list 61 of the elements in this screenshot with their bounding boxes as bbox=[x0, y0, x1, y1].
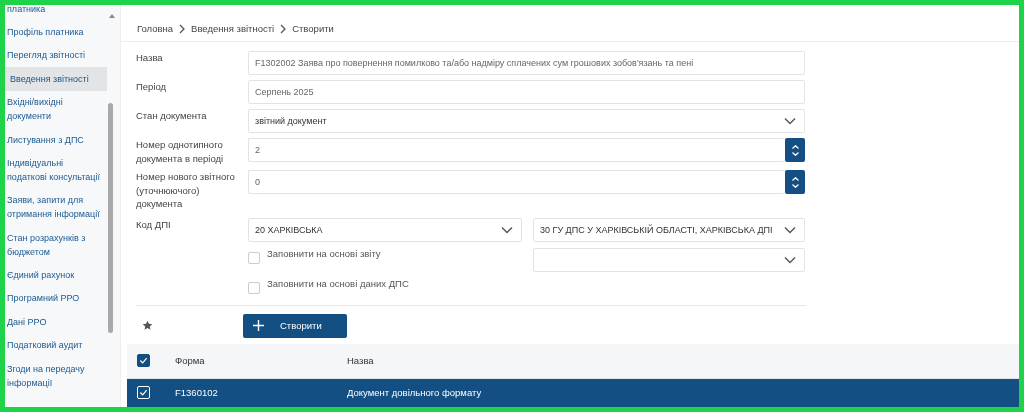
text-field[interactable]: F1302002 Заява про повернення помилково та/або надміру сплачених сум грошових зобов'язань та пені bbox=[248, 51, 805, 75]
breadcrumb-link[interactable]: Головна bbox=[137, 23, 174, 34]
chevron-up-icon bbox=[791, 144, 799, 149]
chevron-right-icon bbox=[280, 23, 287, 34]
chevron-down-icon bbox=[791, 151, 799, 156]
spinner-button[interactable] bbox=[785, 170, 805, 194]
table-row[interactable]: F1360102 Документ довільного формату bbox=[127, 378, 1019, 407]
scrollbar-thumb[interactable] bbox=[108, 103, 113, 333]
field-label: Номер однотипного документа в періоді bbox=[136, 138, 225, 165]
field-label: Стан документа bbox=[136, 109, 208, 123]
row-checkbox[interactable] bbox=[137, 386, 150, 399]
field-label: Код ДПІ bbox=[136, 217, 172, 232]
create-button[interactable]: Створити bbox=[243, 313, 347, 338]
chevron-down-icon bbox=[784, 255, 796, 264]
table-cell-text: Документ довільного формату bbox=[347, 387, 483, 398]
sidebar-item[interactable]: Єдиний рахунок bbox=[5, 263, 107, 287]
field-label: Назва bbox=[136, 51, 164, 65]
sidebar-item[interactable]: Профіль платника bbox=[5, 20, 107, 44]
number-field[interactable]: 0 bbox=[248, 170, 785, 194]
breadcrumb-current: Створити bbox=[292, 23, 334, 34]
checkbox[interactable] bbox=[248, 251, 260, 264]
field-label: Період bbox=[136, 80, 168, 94]
chevron-up-icon bbox=[791, 176, 799, 181]
sidebar-item[interactable]: платника bbox=[5, 5, 107, 21]
text-field[interactable]: Серпень 2025 bbox=[248, 80, 805, 104]
sidebar-item[interactable]: Введення звітності bbox=[5, 67, 107, 91]
column-header[interactable]: Форма bbox=[175, 355, 347, 366]
breadcrumb-link[interactable]: Введення звітності bbox=[191, 23, 275, 34]
checkbox[interactable] bbox=[248, 281, 260, 294]
chevron-down-icon bbox=[791, 183, 799, 188]
star-icon bbox=[142, 320, 153, 331]
chevron-down-icon bbox=[784, 225, 796, 234]
sidebar-item[interactable]: Листування з ДПС bbox=[5, 127, 107, 152]
select-field[interactable]: 30 ГУ ДПС У ХАРКІВСЬКІЙ ОБЛАСТІ, ХАРКІВСЬКА ДПІ bbox=[533, 217, 805, 242]
chevron-down-icon bbox=[784, 117, 796, 125]
check-icon bbox=[138, 387, 149, 398]
sidebar-item[interactable]: Податковий аудит bbox=[5, 333, 107, 357]
number-field[interactable]: 2 bbox=[248, 138, 785, 162]
spinner-button[interactable] bbox=[785, 138, 805, 162]
checkbox-label: Заповнити на основі даних ДПС bbox=[267, 277, 409, 289]
select-field[interactable]: звітний документ bbox=[248, 109, 805, 133]
sidebar-item[interactable]: Заяви, запити для отримання інформації bbox=[5, 188, 107, 226]
table-cell-text: F1360102 bbox=[175, 387, 219, 398]
chevron-down-icon bbox=[501, 225, 513, 234]
select-all-checkbox[interactable] bbox=[137, 354, 150, 367]
field-label: Номер нового звітного (уточнюючого) документа bbox=[136, 170, 236, 211]
sidebar-item[interactable]: Перегляд звітності bbox=[5, 43, 107, 68]
column-header[interactable]: Назва bbox=[347, 355, 1019, 366]
sidebar-item[interactable]: Дані РРО bbox=[5, 310, 107, 334]
select-field[interactable]: 20 ХАРКІВСЬКА bbox=[248, 217, 522, 242]
checkbox-label: Заповнити на основі звіту bbox=[267, 247, 381, 259]
chevron-right-icon bbox=[179, 23, 186, 34]
sidebar-item[interactable]: Програмний РРО bbox=[5, 286, 107, 311]
plus-icon bbox=[253, 320, 264, 331]
sidebar-item[interactable]: Стан розрахунків з бюджетом bbox=[5, 226, 107, 264]
sidebar-item[interactable]: Вхідні/вихідні документи bbox=[5, 90, 107, 128]
sidebar-item[interactable]: Індивідуальні податкові консультації bbox=[5, 151, 107, 189]
select-field[interactable] bbox=[533, 247, 805, 272]
check-icon bbox=[138, 355, 149, 366]
scroll-up-icon bbox=[109, 14, 115, 18]
sidebar-item[interactable]: Згоди на передачу інформації bbox=[5, 356, 107, 395]
